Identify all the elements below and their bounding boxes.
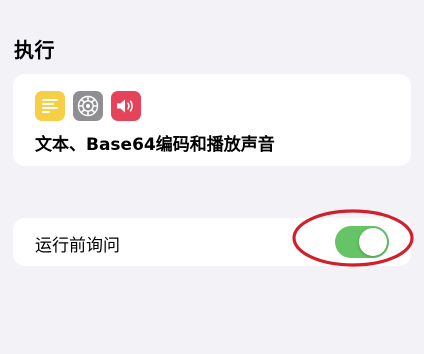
text-icon [35, 91, 65, 121]
ask-before-run-label: 运行前询问 [35, 236, 120, 256]
action-icon-row [35, 91, 141, 121]
speaker-icon [111, 91, 141, 121]
gear-icon [73, 91, 103, 121]
ask-before-run-row: 运行前询问 [13, 218, 411, 266]
action-summary: 文本、Base64编码和播放声音 [35, 135, 275, 155]
section-title: 执行 [14, 38, 55, 62]
ask-before-run-toggle[interactable] [335, 226, 389, 258]
toggle-knob [359, 228, 387, 256]
action-card[interactable]: 文本、Base64编码和播放声音 [13, 74, 411, 166]
